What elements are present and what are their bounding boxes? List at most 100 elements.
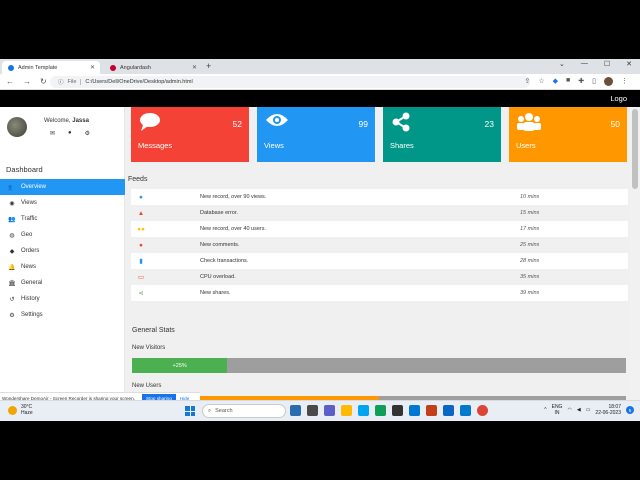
language-indicator[interactable]: ENG IN bbox=[552, 404, 563, 416]
feed-time: 15 mins bbox=[520, 210, 540, 216]
sidebar-item-views[interactable]: ◉ Views bbox=[0, 195, 125, 211]
chrome-icon[interactable] bbox=[477, 405, 488, 416]
file-label: File bbox=[68, 79, 82, 85]
avatar bbox=[7, 117, 27, 137]
user-name: Jassa bbox=[72, 118, 89, 124]
store-icon[interactable] bbox=[392, 405, 403, 416]
skype-icon[interactable] bbox=[358, 405, 369, 416]
user-icon[interactable]: ● bbox=[68, 130, 72, 137]
sidebar-item-label: News bbox=[21, 264, 37, 270]
page-scrollbar[interactable] bbox=[630, 107, 640, 421]
sidebar-item-label: Settings bbox=[21, 312, 43, 318]
envelope-icon[interactable]: ✉ bbox=[50, 130, 55, 137]
clock[interactable]: 18:07 22-06-2023 bbox=[595, 404, 621, 416]
gear-icon: ⚙ bbox=[9, 312, 15, 319]
browser-tab-strip: Admin Template ✕ Angulardash ✕ + ⌄ — ☐ ✕ bbox=[0, 59, 640, 74]
tab-label: Angulardash bbox=[120, 64, 151, 71]
card-messages[interactable]: 52 Messages bbox=[131, 107, 249, 162]
star-icon[interactable]: ☆ bbox=[538, 77, 544, 86]
sidebar-item-news[interactable]: 🔔 News bbox=[0, 259, 125, 275]
windows-start-icon[interactable] bbox=[185, 406, 195, 416]
profile-avatar[interactable] bbox=[604, 77, 613, 86]
menu-dots-icon[interactable]: ⋮ bbox=[621, 77, 628, 86]
vscode-icon[interactable] bbox=[460, 405, 471, 416]
sidebar-item-overview[interactable]: 👥 Overview bbox=[0, 179, 125, 195]
tab-angulardash[interactable]: Angulardash ✕ bbox=[104, 61, 202, 74]
teams-icon[interactable] bbox=[324, 405, 335, 416]
edge-icon[interactable] bbox=[375, 405, 386, 416]
close-tab-icon[interactable]: ✕ bbox=[192, 64, 197, 71]
gear-icon[interactable]: ⚙ bbox=[85, 130, 90, 137]
file-explorer-icon[interactable] bbox=[341, 405, 352, 416]
stat-cards: 52 Messages 99 Views 23 Shares 50 Users bbox=[131, 107, 627, 162]
notification-badge[interactable]: 5 bbox=[626, 406, 634, 414]
wifi-icon[interactable]: ◠ bbox=[567, 407, 571, 413]
forward-icon[interactable]: → bbox=[23, 77, 31, 86]
chevron-up-icon[interactable]: ^ bbox=[544, 407, 546, 413]
chevron-down-icon[interactable]: ⌄ bbox=[559, 60, 565, 68]
card-shares[interactable]: 23 Shares bbox=[383, 107, 501, 162]
comment-icon bbox=[140, 113, 160, 131]
tab-admin-template[interactable]: Admin Template ✕ bbox=[2, 61, 100, 74]
close-window-icon[interactable]: ✕ bbox=[626, 60, 632, 68]
sidebar: Welcome, Jassa ✉ ● ⚙ Dashboard 👥 Overview… bbox=[0, 107, 125, 421]
new-tab-icon[interactable]: + bbox=[206, 61, 211, 71]
mail-icon[interactable] bbox=[409, 405, 420, 416]
puzzle-icon[interactable]: ✚ bbox=[578, 77, 584, 86]
feed-text: New shares. bbox=[200, 290, 231, 296]
table-row: ● New comments. 25 mins bbox=[131, 237, 628, 253]
sidebar-item-geo[interactable]: ◍ Geo bbox=[0, 227, 125, 243]
table-row: ● New record, over 90 views. 10 mins bbox=[131, 189, 628, 205]
app-icon[interactable] bbox=[443, 405, 454, 416]
feeds-table: ● New record, over 90 views. 10 mins ▲ Data… bbox=[131, 189, 628, 301]
table-row: ▮ Check transactions. 28 mins bbox=[131, 253, 628, 269]
reload-icon[interactable]: ↻ bbox=[40, 77, 47, 86]
close-tab-icon[interactable]: ✕ bbox=[90, 64, 95, 71]
logo[interactable]: Logo bbox=[610, 94, 627, 103]
minimize-icon[interactable]: — bbox=[581, 60, 588, 68]
card-users[interactable]: 50 Users bbox=[509, 107, 627, 162]
user-icon: ● bbox=[139, 193, 143, 201]
feeds-title: Feeds bbox=[128, 176, 148, 183]
extension-icon[interactable]: ■ bbox=[566, 77, 570, 86]
back-icon[interactable]: ← bbox=[6, 77, 14, 86]
sun-icon bbox=[8, 405, 17, 415]
feed-text: Check transactions. bbox=[200, 258, 249, 264]
bank-icon: 🏛 bbox=[8, 280, 16, 287]
share-page-icon[interactable]: ⇪ bbox=[524, 77, 530, 86]
powerpoint-icon[interactable] bbox=[426, 405, 437, 416]
maximize-icon[interactable]: ☐ bbox=[604, 60, 610, 68]
taskbar-search[interactable]: ⌕ Search bbox=[202, 404, 286, 418]
welcome-text: Welcome, Jassa bbox=[44, 118, 89, 124]
sidebar-item-label: Traffic bbox=[21, 216, 38, 222]
eye-icon bbox=[266, 114, 288, 126]
top-bar: Logo bbox=[0, 90, 640, 107]
sidebar-item-orders[interactable]: ◆ Orders bbox=[0, 243, 125, 259]
feed-text: CPU overload. bbox=[200, 274, 236, 280]
url-field[interactable]: ⓘ File C:/Users/Dell/OneDrive/Desktop/ad… bbox=[50, 76, 530, 88]
feed-time: 35 mins bbox=[520, 274, 540, 280]
nav-buttons: ← → ↻ bbox=[6, 77, 47, 86]
task-view-icon[interactable] bbox=[307, 405, 318, 416]
sidebar-item-label: History bbox=[21, 296, 40, 302]
tab-favicon-icon bbox=[110, 64, 116, 71]
card-views[interactable]: 99 Views bbox=[257, 107, 375, 162]
shield-icon[interactable]: ◆ bbox=[553, 77, 558, 86]
widgets-icon[interactable] bbox=[290, 405, 301, 416]
weather-widget[interactable]: 30°C Haze bbox=[8, 404, 33, 416]
desktop-screen: Admin Template ✕ Angulardash ✕ + ⌄ — ☐ ✕… bbox=[0, 59, 640, 421]
sidebar-item-general[interactable]: 🏛 General bbox=[0, 275, 125, 291]
speaker-icon[interactable]: ◀ bbox=[577, 407, 581, 413]
url-text: C:/Users/Dell/OneDrive/Desktop/admin.htm… bbox=[85, 79, 193, 85]
progress-fill: +25% bbox=[132, 358, 228, 373]
sidebar-item-settings[interactable]: ⚙ Settings bbox=[0, 307, 125, 323]
battery-icon[interactable]: ▭ bbox=[586, 407, 591, 413]
scrollbar-thumb[interactable] bbox=[632, 109, 638, 189]
lang-region: IN bbox=[554, 410, 560, 416]
globe-icon: ◍ bbox=[9, 232, 15, 239]
sidepanel-icon[interactable]: ▯ bbox=[592, 77, 596, 86]
sidebar-item-history[interactable]: ↺ History bbox=[0, 291, 125, 307]
sidebar-item-traffic[interactable]: 👥 Traffic bbox=[0, 211, 125, 227]
sidebar-item-label: Geo bbox=[21, 232, 33, 238]
taskbar-apps bbox=[290, 405, 488, 416]
